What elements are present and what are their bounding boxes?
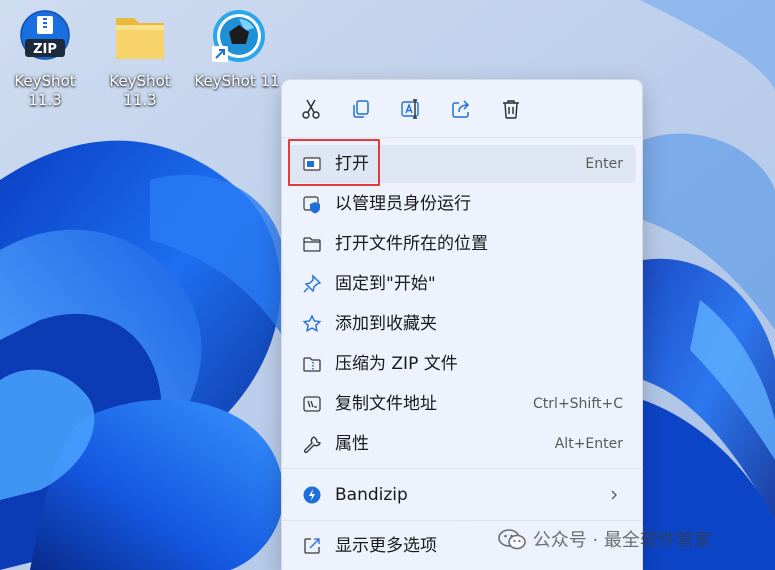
menu-item-shortcut: Ctrl+Shift+C [533,396,623,412]
svg-text:ZIP: ZIP [33,42,57,57]
menu-item-label: Bandizip [335,485,408,505]
wechat-icon [498,529,526,550]
context-menu-toolbar [282,80,642,138]
menu-separator [282,520,642,521]
folder-outline-icon [302,234,322,254]
menu-item-compress-zip[interactable]: 压缩为 ZIP 文件 [288,345,636,383]
menu-item-label: 复制文件地址 [335,394,437,414]
pin-icon [302,274,322,294]
menu-item-properties[interactable]: 属性 Alt+Enter [288,425,636,463]
menu-item-bandizip[interactable]: Bandizip [288,476,636,514]
menu-item-pin-to-start[interactable]: 固定到"开始" [288,265,636,303]
menu-item-label: 添加到收藏夹 [335,314,437,334]
trash-icon [503,100,519,119]
desktop-icon-label: KeyShot 11 [194,72,280,90]
menu-item-shortcut: Alt+Enter [554,436,623,452]
cut-button[interactable] [297,95,325,123]
bandizip-icon [302,485,322,505]
menu-item-label: 压缩为 ZIP 文件 [335,354,458,374]
rename-button[interactable] [397,95,425,123]
menu-item-label: 以管理员身份运行 [335,194,471,214]
folder-icon [116,18,164,59]
chevron-right-icon [611,490,617,500]
annotation-highlight-box [288,139,380,186]
copy-button[interactable] [347,95,375,123]
desktop-icon-keyshot-zip[interactable]: ZIP KeyShot 11.3 [3,8,87,110]
menu-item-copy-as-path[interactable]: 复制文件地址 Ctrl+Shift+C [288,385,636,423]
menu-item-shortcut: Enter [585,156,623,172]
copy-icon [353,100,369,118]
share-icon [452,100,470,118]
keyshot-shortcut-icon [212,10,265,62]
watermark-text: 公众号 · 最全软件管家 [532,530,712,551]
menu-separator [282,468,642,469]
menu-item-add-to-favorites[interactable]: 添加到收藏夹 [288,305,636,343]
scissors-icon [302,99,320,119]
zip-archive-icon: ZIP [20,10,70,60]
menu-item-label: 固定到"开始" [335,274,436,294]
desktop-icon-keyshot-folder[interactable]: KeyShot 11.3 [98,8,182,110]
zip-folder-icon [302,354,322,374]
desktop-icon-keyshot-shortcut[interactable]: KeyShot 11 [192,8,282,91]
wrench-icon [302,434,322,454]
star-icon [302,314,322,334]
delete-button[interactable] [497,95,525,123]
desktop-icon-label: KeyShot 11.3 [109,72,171,109]
menu-item-label: 属性 [335,434,369,454]
menu-item-open-file-location[interactable]: 打开文件所在的位置 [288,225,636,263]
menu-item-label: 显示更多选项 [335,536,437,556]
shield-icon [302,194,322,214]
copy-path-icon [302,394,322,414]
desktop-icon-label: KeyShot 11.3 [14,72,76,109]
watermark: 公众号 · 最全软件管家 [497,527,712,555]
rename-icon [401,99,419,119]
menu-item-run-as-admin[interactable]: 以管理员身份运行 [288,185,636,223]
menu-item-label: 打开文件所在的位置 [335,234,488,254]
share-button[interactable] [447,95,475,123]
external-link-icon [302,536,322,556]
